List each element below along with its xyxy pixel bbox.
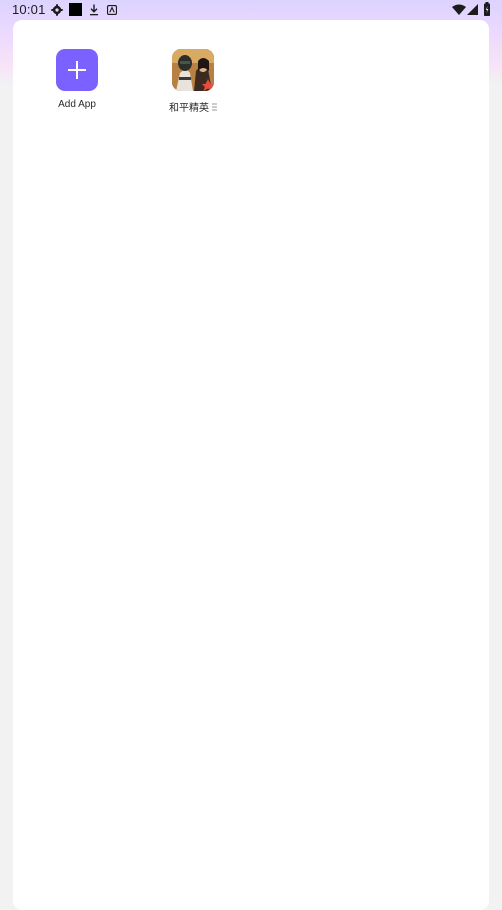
- settings-gear-icon: [51, 4, 63, 16]
- wifi-icon: [452, 4, 466, 15]
- add-app-button[interactable]: Add App: [32, 49, 122, 119]
- status-time: 10:01: [12, 2, 46, 17]
- more-menu-icon[interactable]: [212, 103, 217, 111]
- black-square-icon: [69, 3, 82, 16]
- plus-icon: [56, 49, 98, 91]
- app-label: Add App: [58, 99, 96, 110]
- app-item-game[interactable]: 和平精英: [148, 49, 238, 119]
- app-notification-icon: [107, 5, 117, 15]
- signal-icon: [467, 4, 478, 15]
- status-bar: 10:01: [0, 0, 502, 20]
- app-list-card: Add App 和平精英: [13, 20, 489, 910]
- download-icon: [90, 4, 98, 16]
- app-label: 和平精英: [169, 103, 209, 114]
- game-icon: [172, 49, 214, 91]
- battery-icon: [484, 2, 490, 16]
